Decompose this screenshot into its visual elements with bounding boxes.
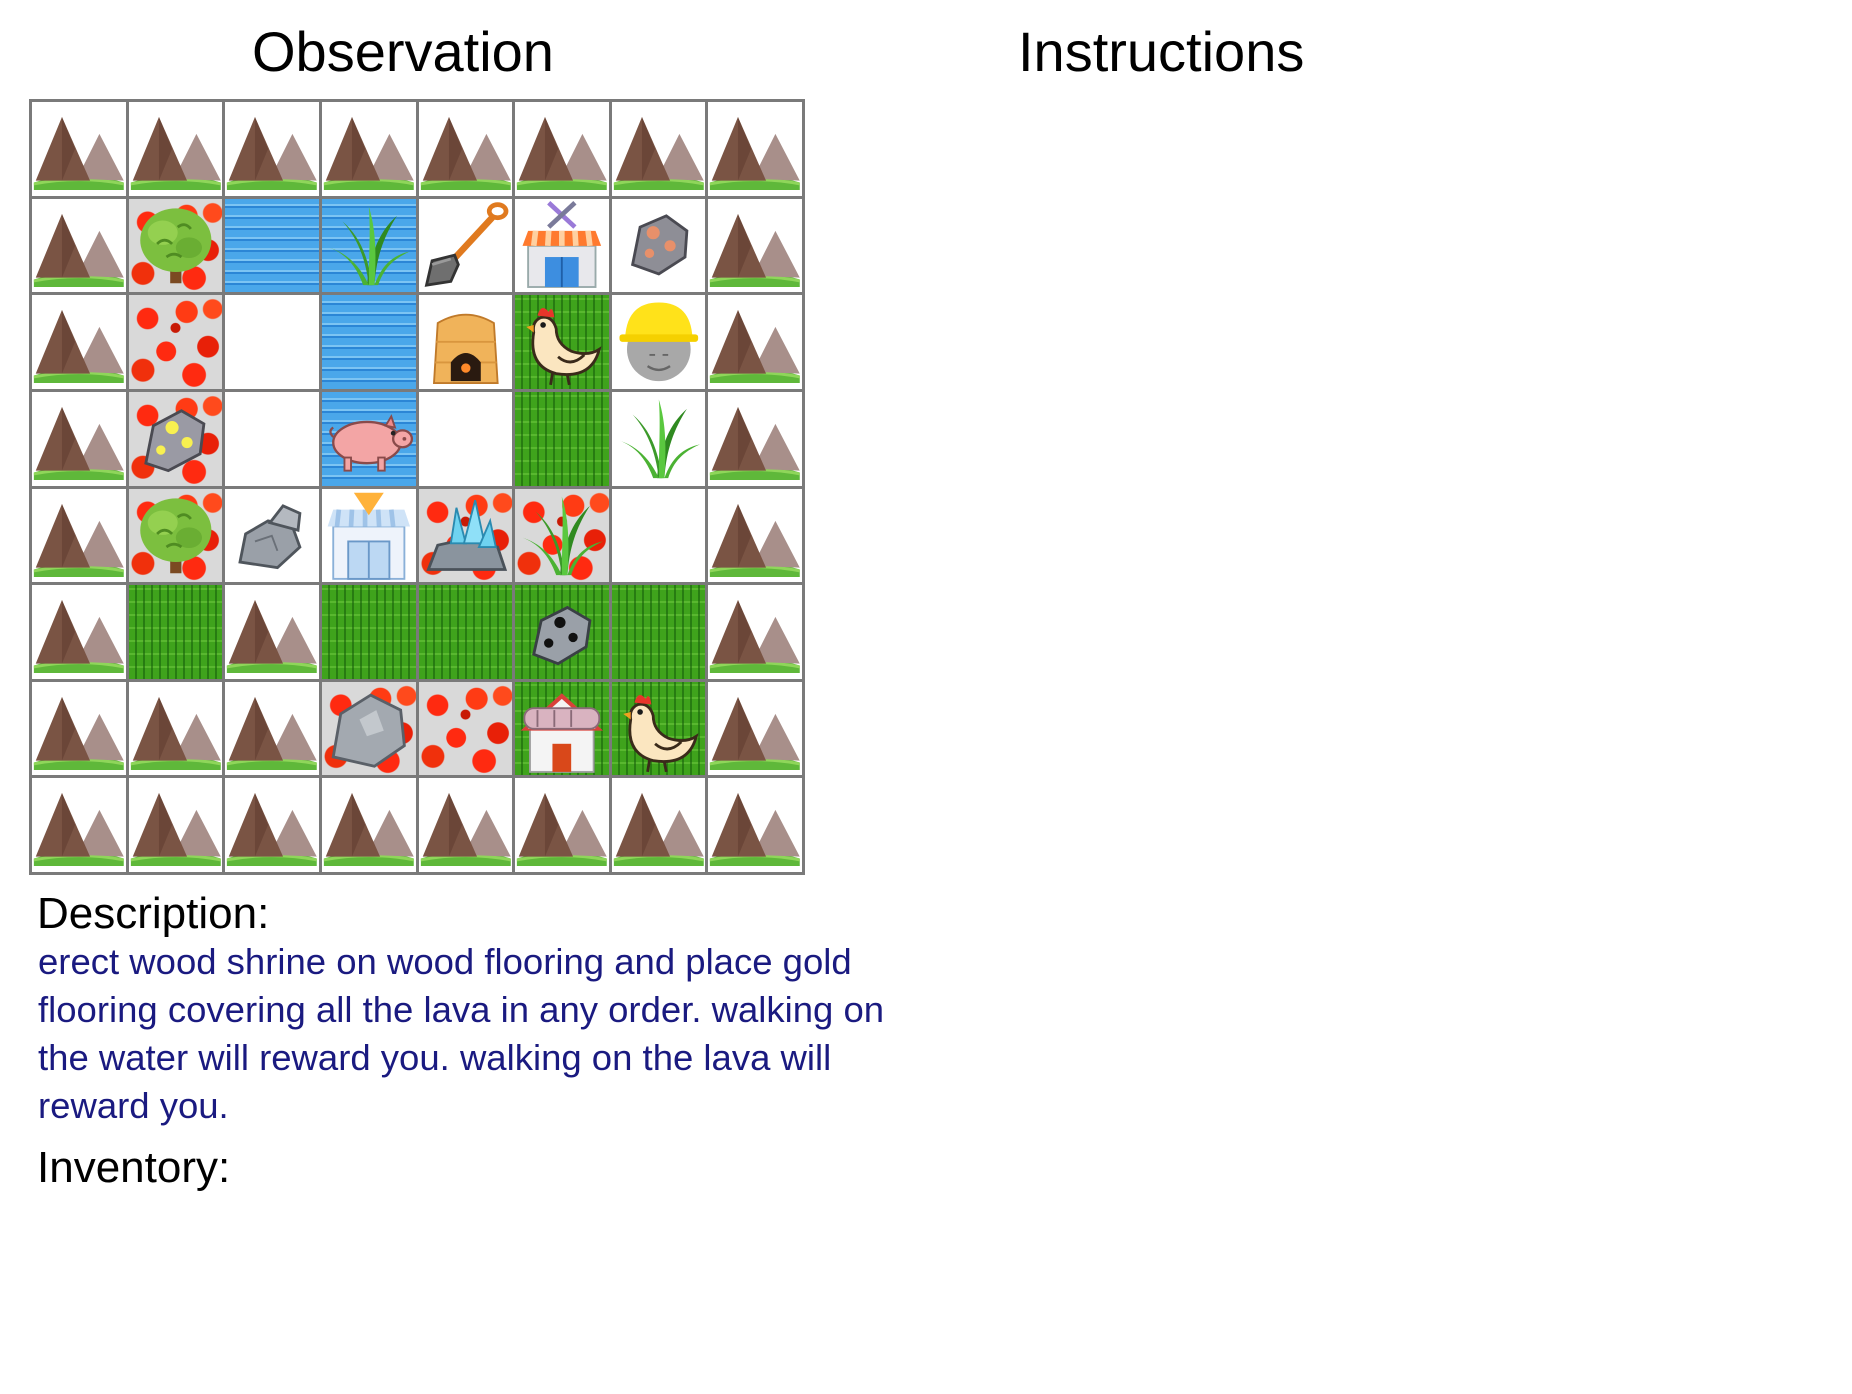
grid-cell: [128, 585, 223, 679]
grid-cell: [321, 681, 416, 776]
grid-cell: [321, 198, 416, 293]
grid-cell: [515, 585, 609, 679]
grid-cell: [708, 778, 802, 872]
grid-cell: [515, 102, 609, 196]
grid-cell: [611, 102, 706, 196]
grid-cell: [321, 102, 416, 196]
grid-cell: [225, 681, 319, 776]
grid-cell: [128, 198, 223, 293]
grid-cell: [515, 778, 609, 872]
grid-cell: [32, 778, 126, 872]
grid-cell: [321, 585, 416, 679]
grid-cell: [611, 198, 706, 293]
grid-cell: [418, 488, 513, 583]
instructions-heading: Instructions: [1018, 20, 1305, 83]
grid-cell: [128, 102, 223, 196]
grid-cell: [418, 295, 513, 389]
grid-cell: [225, 102, 319, 196]
grid-cell: [225, 585, 319, 679]
grid-cell: [611, 391, 706, 486]
grid-cell: [418, 778, 513, 872]
grid-cell: [418, 102, 513, 196]
grid-cell: [128, 391, 223, 486]
grid-cell: [225, 391, 319, 486]
grid-cell: [128, 295, 223, 389]
grid-cell: [32, 681, 126, 776]
grid-cell: [321, 295, 416, 389]
grid-cell: [708, 102, 802, 196]
grid-cell: [128, 681, 223, 776]
grid-cell: [32, 585, 126, 679]
grid-cell: [32, 295, 126, 389]
grid-cell: [708, 488, 802, 583]
grid-cell: [225, 778, 319, 872]
grid-cell: [225, 488, 319, 583]
grid-cell: [515, 198, 609, 293]
grid-cell: [321, 488, 416, 583]
grid-cell: [418, 585, 513, 679]
grid-cell: [418, 391, 513, 486]
grid-cell: [708, 681, 802, 776]
grid-cell: [321, 778, 416, 872]
inventory-label: Inventory:: [37, 1143, 231, 1192]
observation-heading: Observation: [252, 20, 554, 83]
grid-cell: [321, 391, 416, 486]
description-label: Description:: [37, 889, 270, 938]
grid-cell: [128, 488, 223, 583]
grid-cell: [708, 295, 802, 389]
grid-cell: [515, 295, 609, 389]
grid-cell: [418, 198, 513, 293]
grid-cell: [611, 681, 706, 776]
grid-cell: [611, 778, 706, 872]
observation-grid: [29, 99, 805, 875]
grid-cell: [32, 198, 126, 293]
grid-cell: [32, 102, 126, 196]
grid-cell: [515, 391, 609, 486]
grid-cell: [611, 585, 706, 679]
grid-cell: [515, 681, 609, 776]
grid-cell: [225, 198, 319, 293]
grid-cell: [225, 295, 319, 389]
grid-cell: [708, 391, 802, 486]
grid-cell: [611, 488, 706, 583]
grid-cell: [32, 391, 126, 486]
grid-cell: [418, 681, 513, 776]
grid-cell: [708, 585, 802, 679]
grid-cell: [708, 198, 802, 293]
grid-cell: [515, 488, 609, 583]
grid-cell: [32, 488, 126, 583]
grid-cell: [128, 778, 223, 872]
description-text: erect wood shrine on wood flooring and p…: [38, 941, 885, 1126]
grid-cell: [611, 295, 706, 389]
